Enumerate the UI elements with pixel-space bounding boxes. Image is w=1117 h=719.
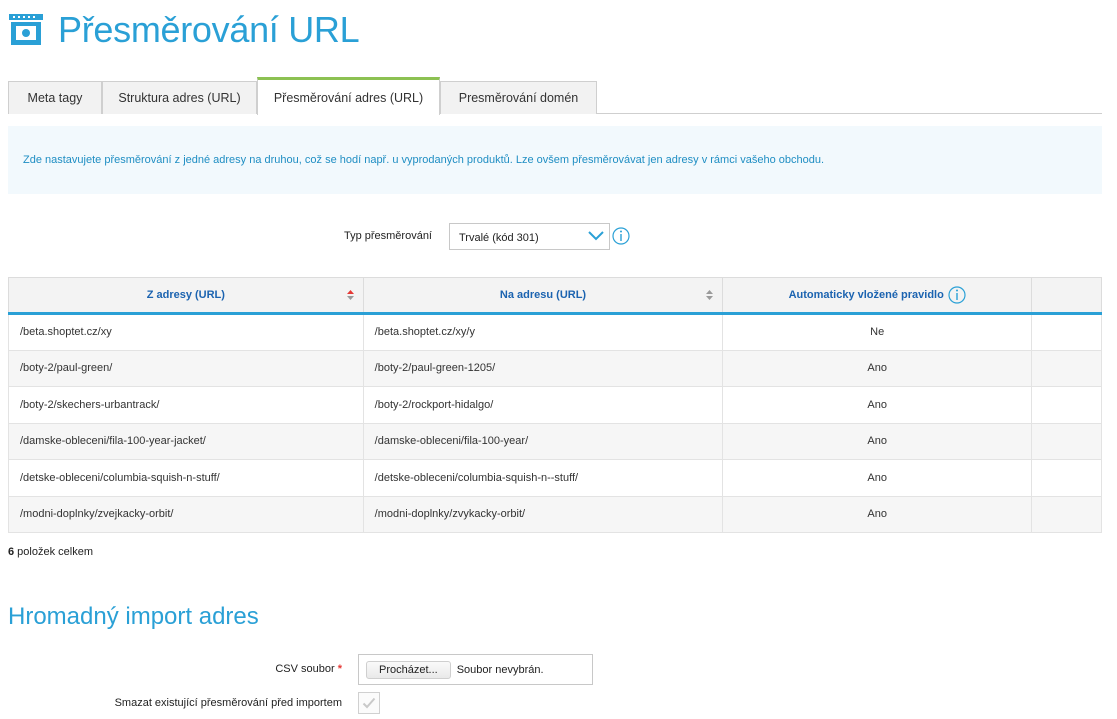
delete-existing-label: Smazat existující přesměrování před impo… xyxy=(114,697,342,709)
cell-from: /boty-2/skechers-urbantrack/ xyxy=(8,386,364,424)
column-header-auto-label: Automaticky vložené pravidlo xyxy=(788,289,944,301)
cell-to: /boty-2/paul-green-1205/ xyxy=(362,349,724,387)
cell-auto: Ne xyxy=(722,313,1033,351)
cell-auto: Ano xyxy=(722,495,1033,533)
column-header-from[interactable]: Z adresy (URL) xyxy=(8,277,364,315)
total-count-label: položek celkem xyxy=(14,546,93,558)
column-header-to-label: Na adresu (URL) xyxy=(499,289,587,301)
table-header-row: Z adresy (URL) Na adresu (URL) Automatic… xyxy=(8,277,1102,315)
tab-domain-redirects[interactable]: Presměrování domén xyxy=(440,81,597,114)
info-icon[interactable] xyxy=(948,286,966,304)
sort-icon[interactable] xyxy=(706,290,714,300)
cell-auto: Ano xyxy=(722,349,1033,387)
csv-file-label-text: CSV soubor xyxy=(275,663,335,675)
cell-from: /boty-2/paul-green/ xyxy=(8,349,364,387)
info-box: Zde nastavujete přesměrování z jedné adr… xyxy=(8,126,1102,194)
cell-from: /modni-doplnky/zvejkacky-orbit/ xyxy=(8,495,364,533)
cell-to: /detske-obleceni/columbia-squish-n--stuf… xyxy=(362,459,724,497)
csv-file-label: CSV soubor * xyxy=(275,663,342,675)
redirect-type-value: Trvalé (kód 301) xyxy=(459,232,539,244)
tab-bar: Meta tagy Struktura adres (URL) Přesměro… xyxy=(8,77,1102,115)
column-header-from-label: Z adresy (URL) xyxy=(146,289,225,301)
info-text: Zde nastavujete přesměrování z jedné adr… xyxy=(23,154,825,166)
table-row[interactable]: /modni-doplnky/zvejkacky-orbit/ /modni-d… xyxy=(8,495,1102,533)
cell-from: /detske-obleceni/columbia-squish-n-stuff… xyxy=(8,459,364,497)
bulk-import-title: Hromadný import adres xyxy=(8,603,259,630)
checkmark-icon xyxy=(362,697,376,709)
cell-auto: Ano xyxy=(722,386,1033,424)
sort-icon[interactable] xyxy=(346,290,354,300)
cell-actions xyxy=(1031,386,1102,424)
file-status: Soubor nevybrán. xyxy=(456,663,544,676)
cell-actions xyxy=(1031,313,1102,351)
cell-to: /damske-obleceni/fila-100-year/ xyxy=(362,422,724,460)
cell-actions xyxy=(1031,495,1102,533)
page-header: Přesměrování URL xyxy=(8,9,360,50)
redirect-type-label: Typ přesměrování xyxy=(343,230,432,242)
csv-file-input[interactable]: Procházet... Soubor nevybrán. xyxy=(358,654,593,685)
tab-meta-tags[interactable]: Meta tagy xyxy=(8,81,102,114)
cell-actions xyxy=(1031,349,1102,387)
chevron-down-icon xyxy=(588,231,604,241)
column-header-auto: Automaticky vložené pravidlo xyxy=(722,277,1033,315)
shop-seo-icon xyxy=(9,14,43,45)
redirects-table: Z adresy (URL) Na adresu (URL) Automatic… xyxy=(8,277,1102,533)
page-title: Přesměrování URL xyxy=(58,9,360,50)
cell-from: /beta.shoptet.cz/xy xyxy=(8,313,364,351)
cell-to: /modni-doplnky/zvykacky-orbit/ xyxy=(362,495,724,533)
table-row[interactable]: /boty-2/paul-green/ /boty-2/paul-green-1… xyxy=(8,349,1102,387)
info-icon[interactable] xyxy=(612,227,630,245)
cell-to: /beta.shoptet.cz/xy/y xyxy=(362,313,724,351)
table-row[interactable]: /boty-2/skechers-urbantrack/ /boty-2/roc… xyxy=(8,386,1102,424)
browse-button[interactable]: Procházet... xyxy=(366,660,451,679)
cell-auto: Ano xyxy=(722,459,1033,497)
table-row[interactable]: /detske-obleceni/columbia-squish-n-stuff… xyxy=(8,459,1102,497)
cell-from: /damske-obleceni/fila-100-year-jacket/ xyxy=(8,422,364,460)
table-row[interactable]: /beta.shoptet.cz/xy /beta.shoptet.cz/xy/… xyxy=(8,313,1102,351)
column-header-actions xyxy=(1031,277,1102,315)
redirect-type-select[interactable]: Trvalé (kód 301) xyxy=(449,223,610,250)
tab-url-structure[interactable]: Struktura adres (URL) xyxy=(102,81,257,114)
tab-url-redirects[interactable]: Přesměrování adres (URL) xyxy=(257,77,440,115)
column-header-to[interactable]: Na adresu (URL) xyxy=(362,277,724,315)
redirect-type-row: Typ přesměrování Trvalé (kód 301) xyxy=(0,223,1117,250)
table-row[interactable]: /damske-obleceni/fila-100-year-jacket/ /… xyxy=(8,422,1102,460)
cell-actions xyxy=(1031,459,1102,497)
cell-to: /boty-2/rockport-hidalgo/ xyxy=(362,386,724,424)
total-count: 6 položek celkem xyxy=(8,546,93,558)
required-mark: * xyxy=(337,663,342,675)
delete-existing-checkbox[interactable] xyxy=(358,692,380,714)
cell-actions xyxy=(1031,422,1102,460)
cell-auto: Ano xyxy=(722,422,1033,460)
